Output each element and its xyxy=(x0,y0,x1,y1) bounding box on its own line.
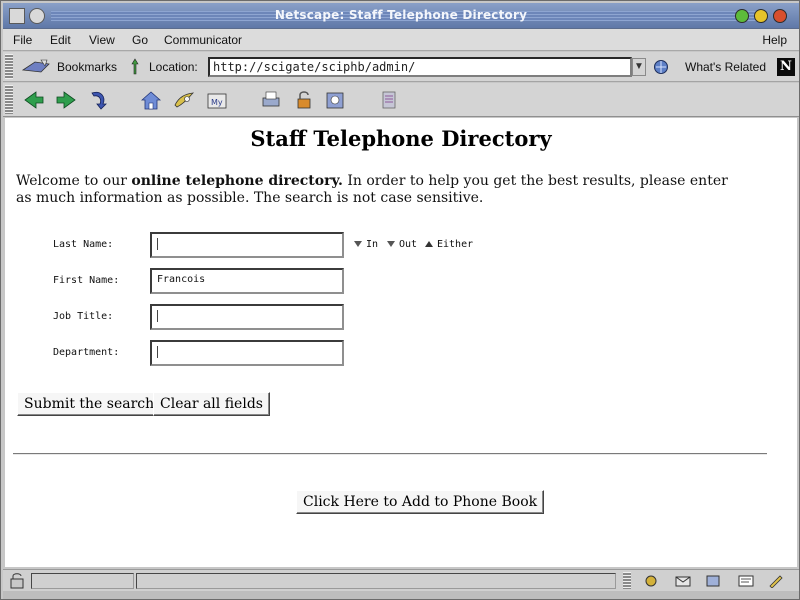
department-input[interactable] xyxy=(150,340,344,366)
add-to-phone-book-button[interactable]: Click Here to Add to Phone Book xyxy=(296,490,545,514)
job-title-label: Job Title: xyxy=(53,311,114,322)
home-icon[interactable] xyxy=(140,89,162,111)
browser-window: Netscape: Staff Telephone Directory File… xyxy=(0,0,800,600)
bookmarks-button[interactable]: Bookmarks xyxy=(57,60,117,74)
url-input[interactable]: http://scigate/sciphb/admin/ xyxy=(208,57,632,77)
intro-text: Welcome to our online telephone director… xyxy=(16,173,736,207)
progress-area xyxy=(31,573,134,589)
menu-help[interactable]: Help xyxy=(762,33,787,47)
menu-bar: File Edit View Go Communicator Help xyxy=(3,29,799,51)
radio-in-icon xyxy=(354,241,362,247)
menu-communicator[interactable]: Communicator xyxy=(164,33,242,47)
forward-icon[interactable] xyxy=(55,89,77,111)
radio-either[interactable]: Either xyxy=(425,239,473,250)
search-icon[interactable] xyxy=(173,89,195,111)
location-icon[interactable] xyxy=(127,58,143,76)
svg-text:My: My xyxy=(211,98,223,107)
back-icon[interactable] xyxy=(23,89,45,111)
lock-status-icon[interactable] xyxy=(9,573,25,589)
print-icon[interactable] xyxy=(260,89,282,111)
edit-pen-icon[interactable] xyxy=(768,574,784,588)
first-name-input[interactable]: Francois xyxy=(150,268,344,294)
shop-icon[interactable] xyxy=(324,89,346,111)
radio-in[interactable]: In xyxy=(354,239,378,250)
submit-search-button[interactable]: Submit the search xyxy=(17,392,162,416)
menu-view[interactable]: View xyxy=(89,33,115,47)
window-title: Netscape: Staff Telephone Directory xyxy=(274,8,528,22)
page-content: Staff Telephone Directory Welcome to our… xyxy=(5,118,797,567)
minimize-button[interactable] xyxy=(735,9,749,23)
security-icon[interactable] xyxy=(293,89,315,111)
reload-icon[interactable] xyxy=(87,89,109,111)
location-label: Location: xyxy=(149,60,198,74)
clear-fields-button[interactable]: Clear all fields xyxy=(153,392,270,416)
status-message-area xyxy=(136,573,616,589)
location-toolbar: Bookmarks Location: http://scigate/sciph… xyxy=(3,52,799,82)
stop-icon[interactable] xyxy=(378,89,400,111)
close-button[interactable] xyxy=(773,9,787,23)
job-title-input[interactable] xyxy=(150,304,344,330)
last-name-input[interactable] xyxy=(150,232,344,258)
text-cursor xyxy=(157,310,164,322)
page-title: Staff Telephone Directory xyxy=(250,126,552,151)
menu-edit[interactable]: Edit xyxy=(50,33,71,47)
title-bar[interactable]: Netscape: Staff Telephone Directory xyxy=(3,3,799,29)
horizontal-divider xyxy=(13,453,767,455)
status-bar xyxy=(3,569,799,591)
menu-go[interactable]: Go xyxy=(132,33,148,47)
toolbar-grip[interactable] xyxy=(5,54,13,79)
text-cursor xyxy=(157,346,164,358)
mail-icon[interactable] xyxy=(675,574,691,588)
url-dropdown-button[interactable]: ▼ xyxy=(632,58,646,76)
newsgroups-icon[interactable] xyxy=(705,574,721,588)
text-cursor xyxy=(157,238,164,250)
maximize-button[interactable] xyxy=(754,9,768,23)
radio-out-icon xyxy=(387,241,395,247)
intro-bold: online telephone directory. xyxy=(131,173,343,189)
toolbar-grip[interactable] xyxy=(5,85,13,114)
intro-start: Welcome to our xyxy=(16,173,132,189)
radio-out[interactable]: Out xyxy=(387,239,417,250)
navigator-icon[interactable] xyxy=(643,574,659,588)
radio-either-icon xyxy=(425,241,433,247)
composer-icon[interactable] xyxy=(738,574,754,588)
last-name-label: Last Name: xyxy=(53,239,114,250)
component-bar-grip[interactable] xyxy=(623,572,631,589)
navigation-toolbar: My xyxy=(3,83,799,117)
my-netscape-icon[interactable]: My xyxy=(206,89,228,111)
bookmarks-icon[interactable] xyxy=(21,58,53,76)
window-bottom-edge xyxy=(3,591,799,599)
first-name-label: First Name: xyxy=(53,275,120,286)
department-label: Department: xyxy=(53,347,120,358)
menu-file[interactable]: File xyxy=(13,33,32,47)
whats-related-button[interactable]: What's Related xyxy=(685,60,766,74)
netscape-logo: N xyxy=(777,58,795,76)
whats-related-icon[interactable] xyxy=(653,59,671,75)
